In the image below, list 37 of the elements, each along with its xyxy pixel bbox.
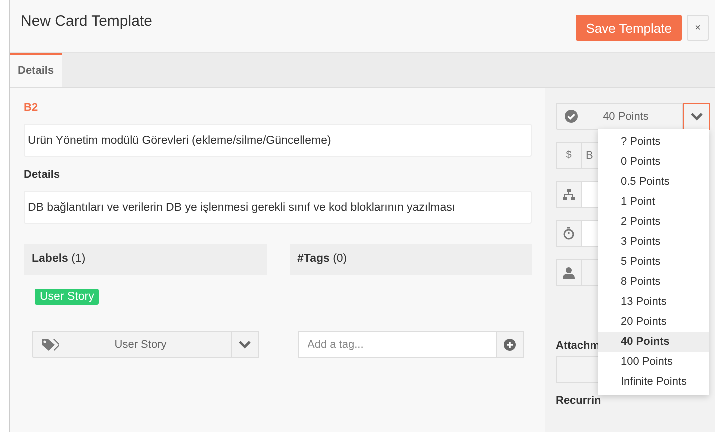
points-option[interactable]: 0.5 Points [598,172,709,192]
dropdown-button[interactable] [683,103,710,130]
window-title: New Card Template [21,13,152,30]
recurring-label: Recurrin [556,395,602,407]
details-label: Details [24,169,62,181]
currency-addon: $ [556,142,582,169]
tags-icon [41,338,59,352]
points-option[interactable]: ? Points [598,132,709,152]
label-select[interactable]: User Story [32,331,232,358]
user-icon [563,266,575,278]
points-option[interactable]: 2 Points [598,212,709,232]
tags-header: #Tags (0) [290,244,532,275]
points-option[interactable]: 1 Point [598,192,709,212]
stopwatch-icon [563,227,575,240]
points-option[interactable]: 13 Points [598,292,709,312]
tab[interactable]: Details [10,53,62,87]
details-field[interactable]: DB bağlantıları ve verilerin DB ye işlenmesi gerekli sınıf ve kod bloklarının yazılması [24,191,532,224]
add-tag-button[interactable] [497,331,524,358]
check-circle-icon [565,110,578,123]
points-option[interactable]: 3 Points [598,232,709,252]
points-option[interactable]: 8 Points [598,272,709,292]
card-id: B2 [24,102,40,114]
points-option[interactable]: 0 Points [598,152,709,172]
points-option[interactable]: 100 Points [598,352,709,372]
label-tag: User Story [35,289,100,305]
close-button[interactable]: × [687,15,709,41]
tag-input[interactable]: Add a tag... [298,331,497,358]
points-option[interactable]: 20 Points [598,312,709,332]
points-option[interactable]: Infinite Points [598,372,709,392]
caret-icon [238,340,250,348]
points-option[interactable]: 40 Points [598,332,709,352]
plus-circle-icon [504,338,516,350]
labels-header: Labels (1) [24,244,266,275]
points-select[interactable]: 40 Points [556,103,683,130]
hierarchy-icon [563,188,575,200]
caret-icon [690,112,702,120]
points-option[interactable]: 5 Points [598,252,709,272]
